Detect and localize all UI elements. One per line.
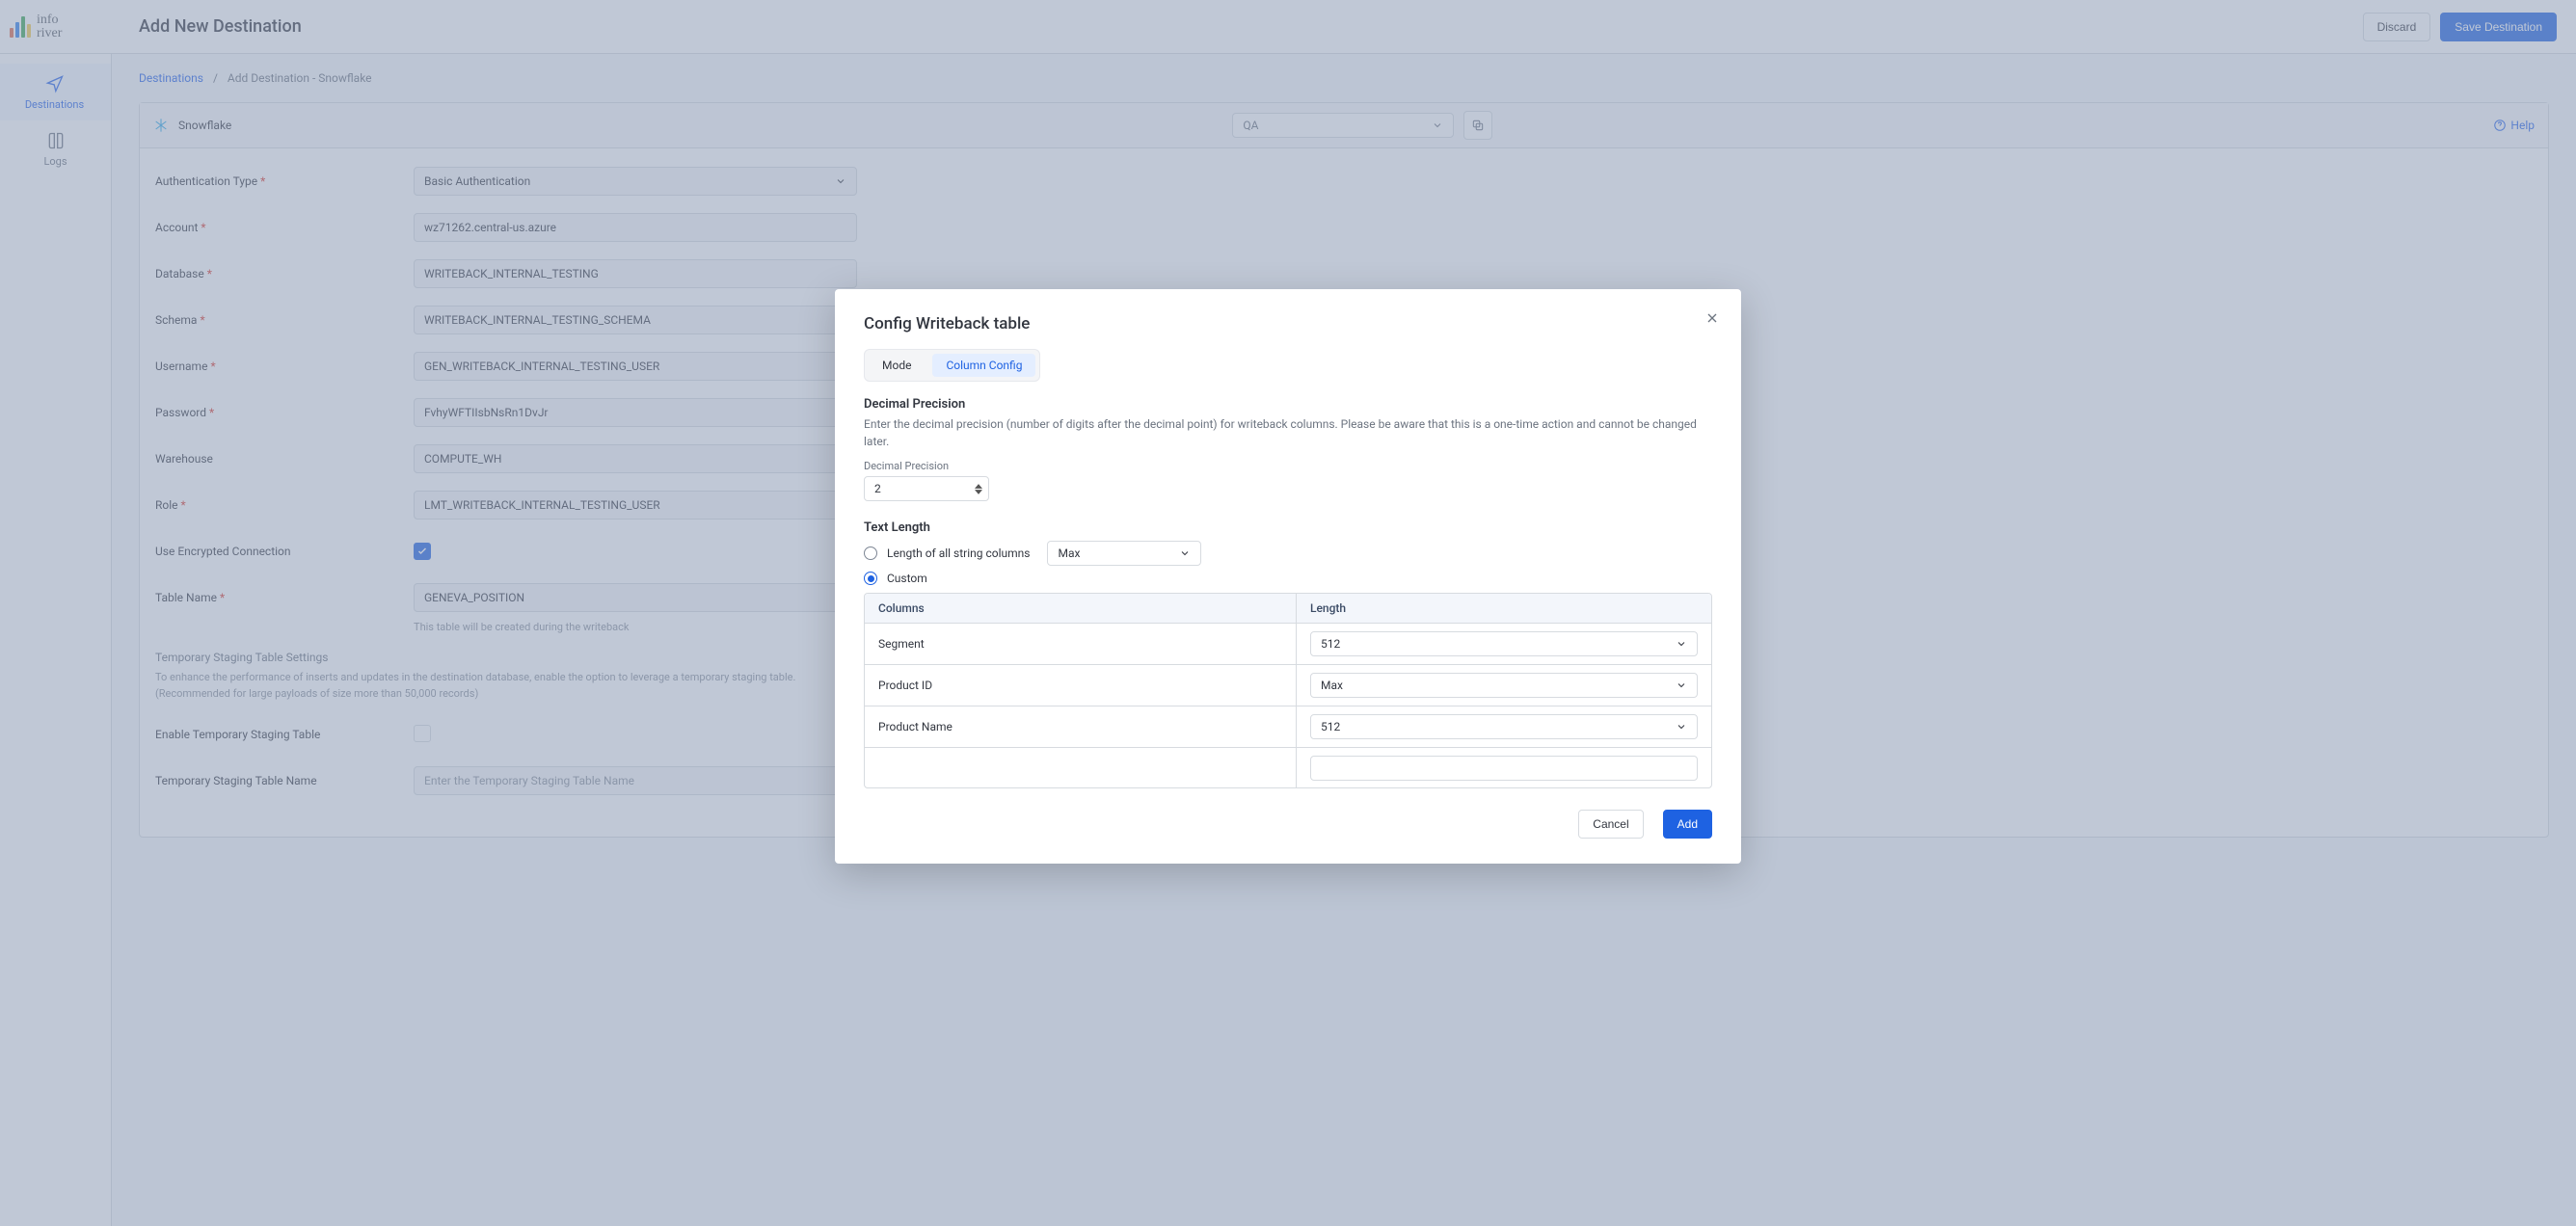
radio-all-columns[interactable] [864, 546, 877, 560]
length-select[interactable]: 512 [1310, 714, 1698, 739]
close-icon [1704, 310, 1720, 326]
length-select[interactable]: 512 [1310, 631, 1698, 656]
modal-tabbar: Mode Column Config [864, 349, 1040, 382]
decimal-precision-input[interactable]: 2 [864, 476, 989, 501]
all-columns-length-select[interactable]: Max [1047, 541, 1201, 566]
decimal-value: 2 [874, 482, 881, 495]
add-button[interactable]: Add [1663, 810, 1712, 839]
columns-header: Columns [865, 594, 1297, 623]
chevron-down-icon [1676, 638, 1687, 650]
column-name: Segment [865, 624, 1297, 664]
chevron-down-icon [1676, 721, 1687, 733]
table-row [865, 748, 1711, 787]
modal-overlay: Config Writeback table Mode Column Confi… [0, 0, 2576, 1226]
length-select[interactable] [1310, 756, 1698, 781]
radio-all-label: Length of all string columns [887, 546, 1030, 560]
table-row: Segment 512 [865, 624, 1711, 665]
column-name [865, 748, 1297, 787]
length-value: Max [1321, 679, 1343, 692]
column-name: Product ID [865, 665, 1297, 706]
all-columns-length-value: Max [1058, 546, 1080, 560]
table-row: Product Name 512 [865, 706, 1711, 748]
length-select[interactable]: Max [1310, 673, 1698, 698]
length-value: 512 [1321, 720, 1340, 733]
chevron-down-icon [1676, 680, 1687, 691]
decimal-title: Decimal Precision [864, 397, 1712, 412]
chevron-down-icon [1179, 547, 1191, 559]
modal-title: Config Writeback table [864, 314, 1712, 333]
decimal-desc: Enter the decimal precision (number of d… [864, 415, 1712, 450]
columns-table: Columns Length Segment 512 Product ID [864, 593, 1712, 788]
tab-mode[interactable]: Mode [869, 354, 925, 377]
radio-custom[interactable] [864, 572, 877, 585]
cancel-button[interactable]: Cancel [1578, 810, 1643, 839]
column-name: Product Name [865, 706, 1297, 747]
length-header: Length [1297, 594, 1711, 623]
stepper-icon[interactable] [975, 484, 982, 494]
decimal-label: Decimal Precision [864, 460, 1712, 472]
table-row: Product ID Max [865, 665, 1711, 706]
length-value: 512 [1321, 637, 1340, 651]
text-length-title: Text Length [864, 520, 1712, 535]
tab-column-config[interactable]: Column Config [932, 354, 1035, 377]
radio-custom-label: Custom [887, 572, 927, 585]
modal-close-button[interactable] [1704, 310, 1720, 326]
config-writeback-modal: Config Writeback table Mode Column Confi… [835, 289, 1741, 864]
